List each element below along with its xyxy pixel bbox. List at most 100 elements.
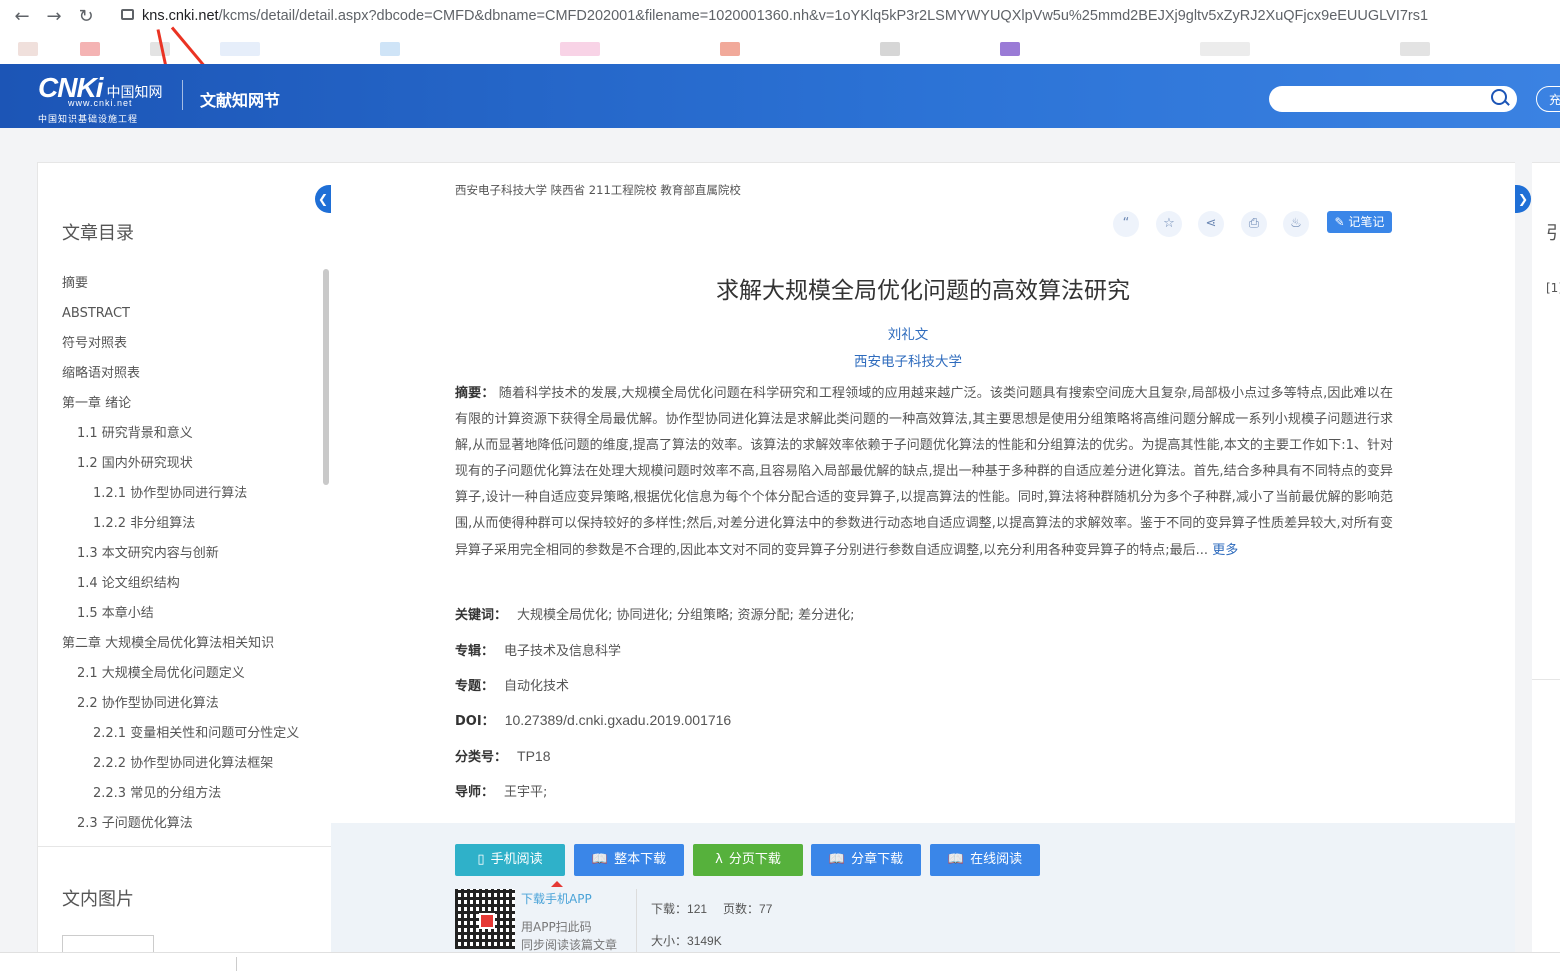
url-path: /kcms/detail/detail.aspx?dbcode=CMFD&dbn… <box>218 8 1429 24</box>
advisor-label: 导师： <box>455 785 495 800</box>
phone-icon: ▯ <box>477 852 485 867</box>
chapter-download-button[interactable]: 📖 分章下载 <box>811 844 921 876</box>
references-panel: 引 [1] <box>1532 162 1560 953</box>
article-main: 西安电子科技大学 陕西省 211工程院校 教育部直属院校 “ ☆ ⋖ ⎙ ♨ 求… <box>331 162 1515 953</box>
keywords-row: 关键词： 大规模全局优化; 协同进化; 分组策略; 资源分配; 差分进化; <box>455 604 854 623</box>
toc-item[interactable]: 1.2.1 协作型协同进行算法 <box>38 479 323 509</box>
logo-subtitle: 中国知识基础设施工程 <box>38 115 139 125</box>
toc-item[interactable]: 第二章 大规模全局优化算法相关知识 <box>38 629 323 659</box>
logo-divider <box>182 80 183 110</box>
toc-item[interactable]: 1.4 论文组织结构 <box>38 569 323 599</box>
topic-label: 专题： <box>455 679 495 694</box>
figures-title: 文内图片 <box>62 889 134 910</box>
toc-item[interactable]: 2.2 协作型协同进化算法 <box>38 689 323 719</box>
toc-item[interactable]: 符号对照表 <box>38 329 323 359</box>
site-title: 文献知网节 <box>200 91 281 110</box>
actions-panel: ▯ 手机阅读 📖 整本下载 λ 分页下载 📖 分章下载 📖 在线阅读 下载手机APP 用A… <box>331 823 1515 953</box>
doi-row: DOI： 10.27389/d.cnki.gxadu.2019.001716 <box>455 710 731 729</box>
downloads-label: 下载： <box>651 902 688 916</box>
advisor-value[interactable]: 王宇平; <box>504 785 547 800</box>
series-row: 专辑： 电子技术及信息科学 <box>455 640 621 659</box>
book-icon: 📖 <box>591 852 609 867</box>
online-read-button[interactable]: 📖 在线阅读 <box>930 844 1040 876</box>
collapse-right-icon[interactable]: ❯ <box>1515 185 1531 213</box>
logo-url: www.cnki.net <box>68 98 133 108</box>
download-app-link[interactable]: 下载手机APP <box>521 890 592 907</box>
star-icon[interactable]: ☆ <box>1156 211 1182 237</box>
doi-label: DOI： <box>455 714 495 729</box>
mobile-read-button[interactable]: ▯ 手机阅读 <box>455 844 565 876</box>
abstract: 摘要： 随着科学技术的发展,大规模全局优化问题在科学研究和工程领域的应用越来越广… <box>455 381 1393 564</box>
quote-icon[interactable]: “ <box>1113 211 1139 237</box>
toc-item[interactable]: 1.3 本文研究内容与创新 <box>38 539 323 569</box>
pages-label: 页数： <box>723 902 760 916</box>
more-link[interactable]: 更多 <box>1212 543 1238 558</box>
size-value: 3149K <box>687 934 722 948</box>
forward-arrow-icon[interactable]: → <box>44 7 64 27</box>
topic-value: 自动化技术 <box>504 679 570 694</box>
page-download-label: 分页下载 <box>728 852 781 867</box>
advisor-row: 导师： 王宇平; <box>455 781 547 800</box>
abstract-text: 随着科学技术的发展,大规模全局优化问题在科学研究和工程领域的应用越来越广泛。该类… <box>455 386 1393 558</box>
toc-item[interactable]: 第一章 绪论 <box>38 389 323 419</box>
cnki-logo[interactable]: CNKi 中国知网 www.cnki.net 中国知识基础设施工程 <box>38 74 162 126</box>
toc-item[interactable]: 2.1 大规模全局优化问题定义 <box>38 659 323 689</box>
toc-list[interactable]: 摘要 ABSTRACT 符号对照表 缩略语对照表 第一章 绪论 1.1 研究背景和意义 1.… <box>38 269 323 834</box>
pdf-icon: λ <box>715 852 723 867</box>
class-row: 分类号： TP18 <box>455 746 550 765</box>
article-title: 求解大规模全局优化问题的高效算法研究 <box>716 278 1130 304</box>
toc-item[interactable]: 2.3 子问题优化算法 <box>38 809 323 834</box>
keywords-value[interactable]: 大规模全局优化; 协同进化; 分组策略; 资源分配; 差分进化; <box>517 608 854 623</box>
author-link[interactable]: 刘礼文 <box>331 323 1485 343</box>
toc-scrollbar[interactable] <box>323 269 329 485</box>
toc-item[interactable]: 2.2.1 变量相关性和问题可分性定义 <box>38 719 323 749</box>
back-arrow-icon[interactable]: ← <box>12 7 32 27</box>
sidebar-divider <box>38 846 331 847</box>
toc-item[interactable]: 1.2.2 非分组算法 <box>38 509 323 539</box>
toc-item[interactable]: 1.1 研究背景和意义 <box>38 419 323 449</box>
pages-value: 77 <box>759 902 773 916</box>
toc-item[interactable]: 1.2 国内外研究现状 <box>38 449 323 479</box>
reload-icon[interactable]: ↻ <box>76 7 96 27</box>
full-download-button[interactable]: 📖 整本下载 <box>574 844 684 876</box>
downloads-value: 121 <box>687 902 708 916</box>
search-icon[interactable] <box>1491 89 1507 105</box>
toc-item[interactable]: 2.2.3 常见的分组方法 <box>38 779 323 809</box>
bookmarks-bar-blurred <box>0 34 1560 64</box>
take-note-label: 记笔记 <box>1348 215 1385 229</box>
sidebar: 文章目录 摘要 ABSTRACT 符号对照表 缩略语对照表 第一章 绪论 1.1 研究背景… <box>37 162 331 954</box>
take-note-button[interactable]: ✎ 记笔记 <box>1327 211 1392 233</box>
toc-item[interactable]: 2.2.2 协作型协同进化算法框架 <box>38 749 323 779</box>
toc-item[interactable]: 摘要 <box>38 269 323 299</box>
print-icon[interactable]: ⎙ <box>1241 211 1267 237</box>
chapter-download-label: 分章下载 <box>851 852 904 867</box>
downloads-stat: 下载：121 <box>651 900 707 917</box>
url-host: kns.cnki.net <box>142 8 219 24</box>
lock-icon <box>121 9 134 20</box>
address-bar[interactable]: kns.cnki.net/kcms/detail/detail.aspx?dbc… <box>142 8 1428 24</box>
share-icon[interactable]: ⋖ <box>1198 211 1224 237</box>
series-label: 专辑： <box>455 644 495 659</box>
popup-pointer <box>551 881 563 887</box>
abstract-label: 摘要： <box>455 386 495 401</box>
header-button[interactable]: 充 <box>1536 86 1560 112</box>
reference-number: [1] <box>1546 281 1560 295</box>
stats-divider <box>636 889 637 953</box>
toc-item[interactable]: 1.5 本章小结 <box>38 599 323 629</box>
bottom-bar <box>0 952 1560 972</box>
site-header: CNKi 中国知网 www.cnki.net 中国知识基础设施工程 文献知网节 充 <box>0 64 1560 128</box>
toc-item[interactable]: 缩略语对照表 <box>38 359 323 389</box>
search-input[interactable] <box>1269 86 1517 112</box>
keywords-label: 关键词： <box>455 608 508 623</box>
page-download-button[interactable]: λ 分页下载 <box>693 844 803 876</box>
toc-item[interactable]: ABSTRACT <box>38 299 323 329</box>
app-scan-text: 用APP扫此码 <box>521 920 592 934</box>
mobile-read-label: 手机阅读 <box>490 852 543 867</box>
bell-icon[interactable]: ♨ <box>1283 211 1309 237</box>
organization-link[interactable]: 西安电子科技大学 <box>331 350 1485 370</box>
pages-stat: 页数：77 <box>723 900 772 917</box>
book-icon: 📖 <box>947 852 965 867</box>
qr-logo <box>479 913 495 929</box>
browser-toolbar: ← → ↻ kns.cnki.net/kcms/detail/detail.as… <box>0 0 1560 34</box>
class-label: 分类号： <box>455 750 508 765</box>
